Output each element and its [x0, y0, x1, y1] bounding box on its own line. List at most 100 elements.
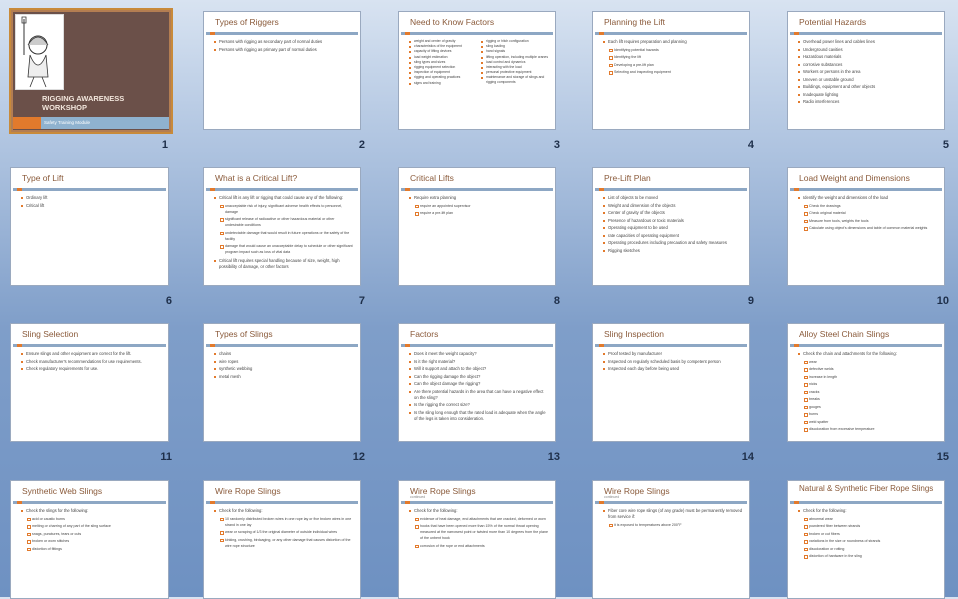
slide-thumbnail-14[interactable]: Sling Inspection Proof tested by manufact… — [592, 323, 750, 442]
slide-thumbnail-20[interactable]: Natural & Synthetic Fiber Rope Slings Che… — [787, 480, 945, 599]
slide-thumbnail-4[interactable]: Planning the Lift Each lift requires prep… — [592, 11, 750, 130]
slide-thumbnail-3[interactable]: Need to Know Factors weight and center of… — [398, 11, 556, 130]
bullet-item: Buildings, equipment and other objects — [798, 84, 938, 90]
slide-body: Each lift requires preparation and plann… — [603, 39, 743, 77]
sub-bullet-item: wear — [798, 359, 938, 365]
slide-title-rule — [595, 501, 747, 504]
slide-body: Ensure slings and other equipment are co… — [21, 351, 162, 374]
bullet-list: Check for the following: 10 randomly dist… — [214, 508, 354, 549]
bullet-item: Is it the right material? — [409, 359, 549, 365]
slide-body: Identify the weight and dimensions of th… — [798, 195, 938, 233]
slide-title-rule — [790, 501, 942, 504]
slide-thumbnail-5[interactable]: Potential Hazards Overhead power lines an… — [787, 11, 945, 130]
bullet-item: rate capacities of operating equipment — [603, 233, 743, 239]
slide-thumbnail-11[interactable]: Sling Selection Ensure slings and other e… — [10, 323, 169, 442]
slide-thumbnail-12[interactable]: Types of Slings chains wire ropes synthetic… — [203, 323, 361, 442]
slide-title-rule — [790, 32, 942, 35]
sub-bullet-item: abnormal wear — [798, 516, 938, 522]
bullet-item: characteristics of the equipment — [409, 44, 477, 49]
slide-subtitle: continued — [410, 495, 426, 499]
slide-title: Synthetic Web Slings — [22, 486, 103, 496]
bullet-list: Check for the following: abnormal wear pow… — [798, 508, 938, 559]
bullet-item: Are there potential hazards in the area … — [409, 389, 549, 401]
bullet-item: personal protective equipment — [481, 70, 549, 75]
slide-title: Need to Know Factors — [410, 17, 495, 27]
sub-bullet-item: Identifying potential hazards — [603, 47, 743, 53]
slide-title: Load Weight and Dimensions — [799, 173, 910, 183]
bullet-list: Does it meet the weight capacity? Is it t… — [409, 351, 549, 422]
slide-title-rule — [13, 501, 166, 504]
sub-bullet-item: broken or cut fibers — [798, 531, 938, 537]
bullet-item: Uneven or unstable ground — [798, 77, 938, 83]
bullet-list: Each lift requires preparation and plann… — [603, 39, 743, 75]
bullet-list: Identify the weight and dimensions of th… — [798, 195, 938, 231]
bullet-item: Operating procedures including precautio… — [603, 240, 743, 246]
slide-thumbnail-2[interactable]: Types of Riggers Persons with rigging as … — [203, 11, 361, 130]
slide-title-rule — [401, 344, 553, 347]
bullet-item: Inspected each day before being used — [603, 366, 743, 372]
bullet-list: Proof tested by manufacturer Inspected on… — [603, 351, 743, 372]
bullet-item: Check regulatory requirements for use. — [21, 366, 162, 372]
bullet-item: Require extra planning — [409, 195, 549, 201]
sub-bullet-item: variations in the size or roundness of s… — [798, 538, 938, 544]
slide-title: Wire Rope Slings — [604, 486, 670, 496]
bullet-item: weight and center of gravity — [409, 39, 477, 44]
bullet-item: load control and dynamics — [481, 60, 549, 65]
bullet-item: Can the rigging damage the object? — [409, 374, 549, 380]
slide-thumbnail-8[interactable]: Critical Lifts Require extra planning requ… — [398, 167, 556, 286]
slide-thumbnail-6[interactable]: Type of Lift Ordinary lift Critical lift — [10, 167, 169, 286]
bullet-item: wire ropes — [214, 359, 354, 365]
slide-title-rule — [790, 188, 942, 191]
slide-title-rule — [790, 344, 942, 347]
slide-thumbnail-7[interactable]: What is a Critical Lift? Critical lift is… — [203, 167, 361, 286]
bullet-item: Persons with rigging as secondary part o… — [214, 39, 354, 45]
sub-bullet-item: snags, punctures, tears or cuts — [21, 531, 162, 537]
bullet-list: Critical lift is any lift or rigging tha… — [214, 195, 354, 270]
slide-thumbnail-13[interactable]: Factors Does it meet the weight capacity?… — [398, 323, 556, 442]
bullet-item: Is the rigging the correct size? — [409, 402, 549, 408]
sub-bullet-item: 10 randomly distributed broken wires in … — [214, 516, 354, 528]
slide-body: Check for the following: 10 randomly dist… — [214, 508, 354, 550]
slide-title: Sling Inspection — [604, 329, 665, 339]
bullet-item: interacting with the load — [481, 65, 549, 70]
slide-thumbnail-10[interactable]: Load Weight and Dimensions Identify the w… — [787, 167, 945, 286]
slide-thumbnail-1[interactable]: RIGGING AWARENESS WORKSHOP Safety Traini… — [9, 8, 173, 134]
slide-title: Critical Lifts — [410, 173, 454, 183]
slide-thumbnail-16[interactable]: Synthetic Web Slings Check the slings for… — [10, 480, 169, 599]
slide-thumbnail-17[interactable]: Wire Rope Slings Check for the following:… — [203, 480, 361, 599]
slide-title: Wire Rope Slings — [215, 486, 281, 496]
slide-body: Proof tested by manufacturer Inspected on… — [603, 351, 743, 374]
sub-bullet-item: broken or worn stitches — [21, 538, 162, 544]
slide-title-rule — [401, 32, 553, 35]
rigger-cartoon-image — [15, 14, 64, 90]
slide-title-rule — [13, 188, 166, 191]
slide-body: List of objects to be moved Weight and di… — [603, 195, 743, 255]
bullet-item: Persons with rigging as primary part of … — [214, 47, 354, 53]
bullet-item: Fiber core wire rope slings (of any grad… — [603, 508, 743, 520]
bullet-list: rigging or hitch configuration sling load… — [481, 39, 549, 86]
sub-bullet-item: Developing a pre-lift plan — [603, 62, 743, 68]
slide-title: Types of Slings — [215, 329, 273, 339]
slide-body: Check for the following: abnormal wear pow… — [798, 508, 938, 561]
bullet-item: Check for the following: — [798, 508, 938, 514]
sub-bullet-item: require a pre-lift plan — [409, 210, 549, 216]
slide-title-rule — [206, 344, 358, 347]
slide-thumbnail-9[interactable]: Pre-Lift Plan List of objects to be moved… — [592, 167, 750, 286]
bullet-item: Is the sling long enough that the rated … — [409, 410, 549, 422]
bullet-list: Check the chain and attachments for the … — [798, 351, 938, 432]
bullet-item: Weight and dimension of the objects — [603, 203, 743, 209]
slide-body: weight and center of gravity characterist… — [409, 39, 549, 86]
sub-bullet-item: discoloration from excessive temperature — [798, 426, 938, 432]
sub-bullet-item: Measure from tools, weights the tools — [798, 218, 938, 224]
sub-bullet-item: discoloration or rotting — [798, 546, 938, 552]
slide-body: Does it meet the weight capacity? Is it t… — [409, 351, 549, 423]
slide-thumbnail-18[interactable]: Wire Rope Slings continued Check for the f… — [398, 480, 556, 599]
slide-number-4: 4 — [747, 139, 754, 151]
bullet-item: rigging equipment selection — [409, 65, 477, 70]
slide-thumbnail-19[interactable]: Wire Rope Slings continued Fiber core wire… — [592, 480, 750, 599]
slide-title: Alloy Steel Chain Slings — [799, 329, 890, 339]
bullet-list: Fiber core wire rope slings (of any grad… — [603, 508, 743, 528]
slide-title-rule — [401, 188, 553, 191]
slide-thumbnail-15[interactable]: Alloy Steel Chain Slings Check the chain … — [787, 323, 945, 442]
bullet-item: List of objects to be moved — [603, 195, 743, 201]
